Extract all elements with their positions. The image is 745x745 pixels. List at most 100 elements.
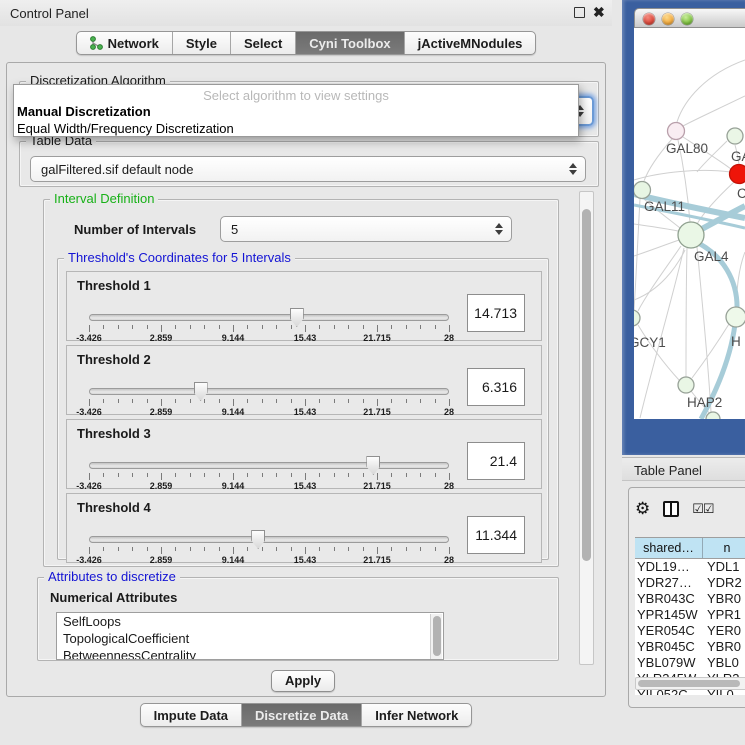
table-data-selected-value: galFiltered.sif default node [41,162,193,177]
threshold-1-slider-track[interactable] [89,314,449,321]
cell-shared-name[interactable]: YPR145W [635,607,703,623]
tab-impute-data[interactable]: Impute Data [141,704,242,726]
settings-scrollbar[interactable] [579,191,594,665]
cell-name[interactable]: YBL0 [703,655,745,671]
slider-tick-label: 28 [444,555,454,565]
slider-tick [89,473,90,480]
number-of-intervals-label: Number of Intervals [74,222,196,237]
minimize-traffic-light-icon[interactable] [662,13,674,25]
slider-tick-label: -3.426 [76,481,102,491]
slider-tick [276,547,277,551]
network-node[interactable] [727,128,743,144]
threshold-3-value-field[interactable]: 21.4 [467,442,525,480]
float-window-icon[interactable] [574,7,585,18]
list-item[interactable]: BetweennessCentrality [57,647,443,660]
zoom-traffic-light-icon[interactable] [681,13,693,25]
cell-name[interactable]: YDL1 [703,559,745,575]
select-columns-icon[interactable]: ☑☑ [692,501,713,517]
close-icon[interactable]: ✖ [593,4,605,21]
tab-style[interactable]: Style [173,32,231,54]
network-node[interactable] [706,412,720,419]
cell-shared-name[interactable]: YDL19… [635,559,703,575]
network-node[interactable] [668,123,685,140]
threshold-3-slider-track[interactable] [89,462,449,469]
threshold-1-value-field[interactable]: 14.713 [467,294,525,332]
close-traffic-light-icon[interactable] [643,13,655,25]
cell-shared-name[interactable]: YER054C [635,623,703,639]
tab-jactivemnodules[interactable]: jActiveMNodules [405,32,536,54]
slider-tick [147,547,148,551]
network-node[interactable] [634,182,651,199]
table-row[interactable]: YBR045CYBR0 [635,639,745,655]
split-columns-icon[interactable] [663,501,679,517]
table-data-combobox[interactable]: galFiltered.sif default node [30,156,586,182]
threshold-3-panel: Threshold 3 -3.4262.8599.14415.4321.7152… [66,419,542,489]
slider-tick [435,547,436,551]
settings-scrollbar-thumb[interactable] [582,209,591,561]
slider-tick [377,547,378,554]
slider-tick [348,325,349,329]
table-row[interactable]: YPR145WYPR1 [635,607,745,623]
column-header-name[interactable]: n [703,538,745,558]
tab-select-label: Select [244,36,282,51]
thresholds-group-title: Threshold's Coordinates for 5 Intervals [64,251,295,265]
table-horizontal-scrollbar[interactable] [635,677,745,690]
algorithm-option-equal-width[interactable]: Equal Width/Frequency Discretization [14,120,578,137]
slider-tick-label: 21.715 [363,407,391,417]
tab-discretize-data[interactable]: Discretize Data [242,704,362,726]
slider-tick [147,473,148,477]
list-item[interactable]: TopologicalCoefficient [57,630,443,647]
cell-name[interactable]: YER0 [703,623,745,639]
slider-tick [363,473,364,477]
threshold-4-value-field[interactable]: 11.344 [467,516,525,554]
cell-shared-name[interactable]: YBL079W [635,655,703,671]
cell-shared-name[interactable]: YBR045C [635,639,703,655]
list-item[interactable]: SelfLoops [57,613,443,630]
cell-name[interactable]: YDR2 [703,575,745,591]
gear-icon[interactable]: ⚙ [635,500,650,518]
cell-name[interactable]: YBR0 [703,639,745,655]
threshold-2-value-field[interactable]: 6.316 [467,368,525,406]
attributes-scrollbar-thumb[interactable] [433,616,441,656]
slider-tick [391,399,392,403]
network-node[interactable] [730,165,745,184]
algorithm-option-manual[interactable]: Manual Discretization [14,103,578,120]
cell-name[interactable]: YBR0 [703,591,745,607]
table-row[interactable]: YBL079WYBL0 [635,655,745,671]
network-node[interactable] [726,307,745,327]
tab-network[interactable]: Network [77,32,173,54]
attributes-scrollbar[interactable] [430,614,442,660]
slider-tick [377,325,378,332]
cell-shared-name[interactable]: YDR27… [635,575,703,591]
tab-infer-network[interactable]: Infer Network [362,704,471,726]
table-hscrollbar-thumb[interactable] [638,680,740,687]
numerical-attributes-list[interactable]: SelfLoops TopologicalCoefficient Between… [56,612,444,660]
algorithm-hint-option[interactable]: Select algorithm to view settings [14,85,578,103]
node-label: GA [731,149,745,164]
network-canvas[interactable]: GAL80GACGAL11GAL4GCY1HHAP2 [634,28,745,419]
slider-tick-label: 15.43 [294,333,317,343]
cell-name[interactable]: YPR1 [703,607,745,623]
numerical-attributes-label: Numerical Attributes [50,590,177,605]
network-node[interactable] [678,222,704,248]
slider-tick [363,325,364,329]
apply-button[interactable]: Apply [271,670,335,692]
table-row[interactable]: YBR043CYBR0 [635,591,745,607]
network-node[interactable] [634,310,640,326]
table-row[interactable]: YDL19…YDL1 [635,559,745,575]
threshold-4-slider-track[interactable] [89,536,449,543]
slider-tick [363,399,364,403]
tab-select[interactable]: Select [231,32,296,54]
network-node[interactable] [678,377,694,393]
column-header-shared-name[interactable]: shared… [635,538,703,558]
slider-tick [348,473,349,477]
slider-tick [276,325,277,329]
table-row[interactable]: YDR27…YDR2 [635,575,745,591]
cell-shared-name[interactable]: YBR043C [635,591,703,607]
combo-stepper-icon [569,162,578,176]
table-row[interactable]: YER054CYER0 [635,623,745,639]
tab-cyni-toolbox[interactable]: Cyni Toolbox [296,32,404,54]
threshold-2-slider-track[interactable] [89,388,449,395]
network-graph: GAL80GACGAL11GAL4GCY1HHAP2 [634,28,745,419]
number-of-intervals-combobox[interactable]: 5 [220,216,512,242]
